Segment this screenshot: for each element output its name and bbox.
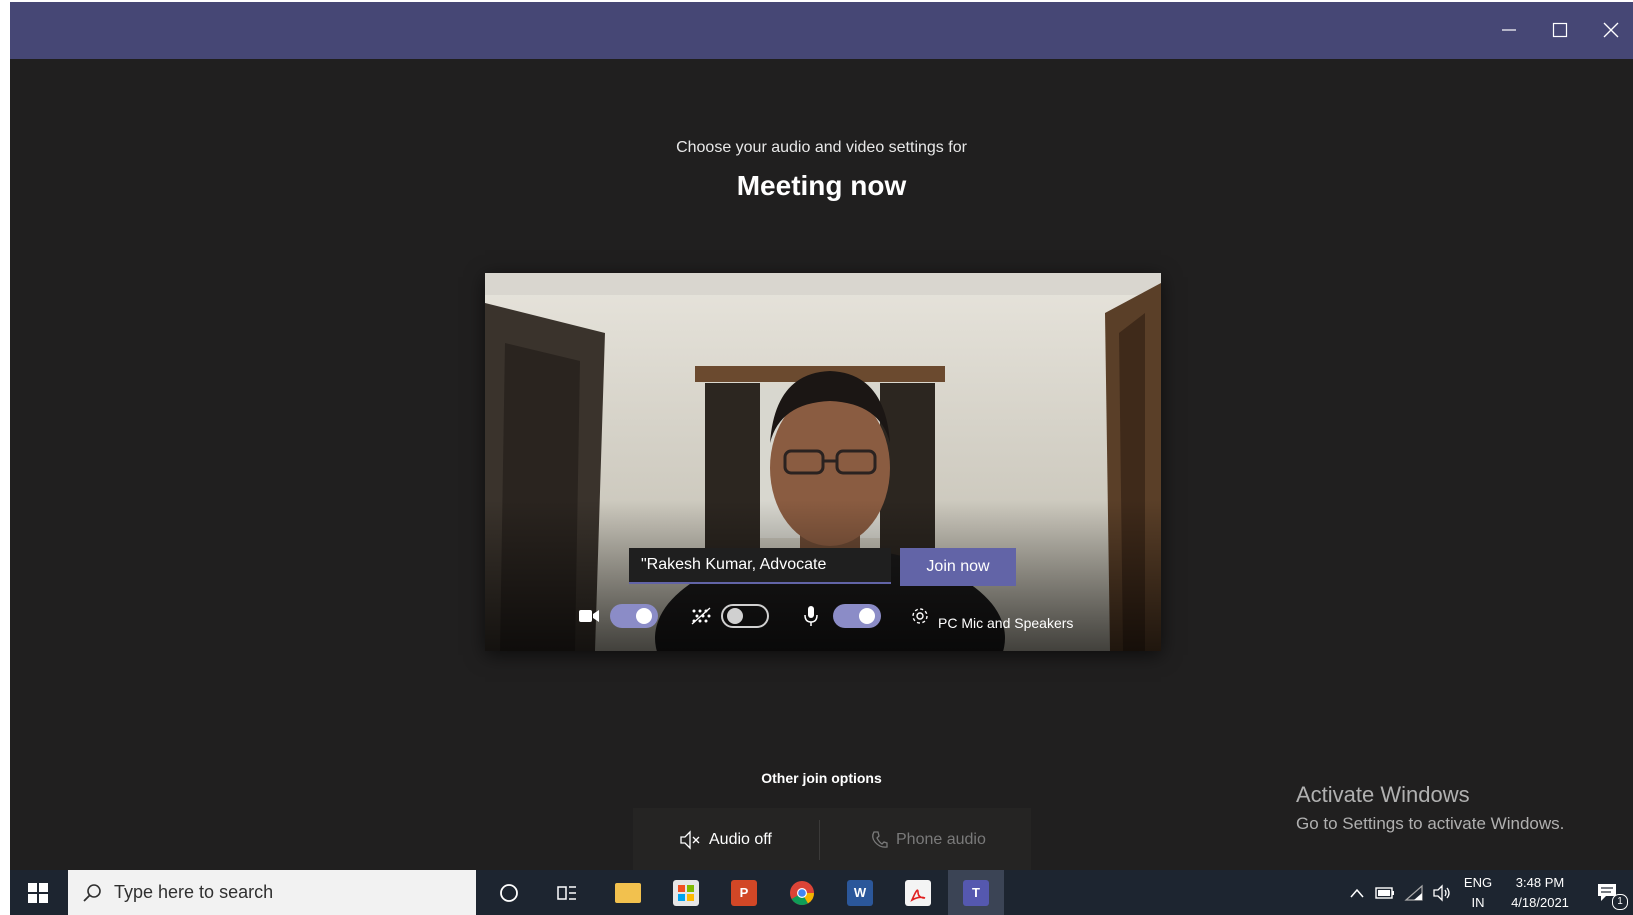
network-icon[interactable] (1401, 870, 1427, 915)
phone-icon (872, 831, 888, 848)
other-join-options-bar: Audio off Phone audio (633, 808, 1031, 870)
powerpoint-icon: P (731, 879, 757, 906)
file-explorer-icon (615, 882, 641, 903)
camera-icon (578, 607, 600, 630)
activate-windows-watermark: Activate Windows Go to Settings to activ… (1296, 782, 1564, 834)
maximize-button[interactable] (1542, 12, 1578, 48)
search-placeholder: Type here to search (114, 882, 274, 902)
acrobat-button[interactable] (890, 870, 946, 915)
speaker-muted-icon (680, 830, 700, 850)
taskbar: Type here to search P W T ENG IN 3:48 PM… (10, 870, 1633, 915)
phone-audio-option[interactable]: Phone audio (870, 828, 986, 852)
clock-time: 3:48 PM (1515, 874, 1565, 890)
notification-count: 1 (1612, 894, 1628, 910)
audio-off-label: Audio off (709, 831, 772, 848)
display-name-input[interactable] (629, 548, 891, 584)
page-subtitle: Choose your audio and video settings for (676, 139, 967, 156)
acrobat-icon (905, 879, 931, 906)
task-view-icon (557, 885, 576, 900)
microphone-toggle[interactable] (833, 604, 881, 628)
clock-date: 4/18/2021 (1511, 894, 1569, 910)
background-blur-icon (690, 607, 712, 630)
teams-icon: T (963, 879, 989, 906)
clock[interactable]: 3:48 PM 4/18/2021 (1502, 870, 1578, 915)
camera-feed (485, 273, 1161, 651)
maximize-icon (1552, 22, 1568, 38)
page-title: Meeting now (736, 170, 907, 201)
task-view-button[interactable] (542, 870, 592, 915)
watermark-line-1: Activate Windows (1296, 782, 1470, 807)
join-now-button[interactable]: Join now (900, 548, 1016, 586)
minimize-button[interactable] (1491, 12, 1527, 48)
file-explorer-button[interactable] (600, 870, 656, 915)
camera-toggle[interactable] (610, 604, 658, 628)
watermark-line-2: Go to Settings to activate Windows. (1296, 814, 1565, 833)
input-language[interactable]: ENG IN (1461, 870, 1495, 915)
teams-button[interactable]: T (948, 870, 1004, 915)
region-code: IN (1471, 894, 1485, 910)
word-icon: W (847, 879, 873, 906)
background-blur-toggle[interactable] (721, 604, 769, 628)
chrome-icon (790, 880, 814, 905)
word-button[interactable]: W (832, 870, 888, 915)
language-code: ENG (1463, 874, 1493, 890)
teams-window: Choose your audio and video settings for… (10, 2, 1633, 870)
powerpoint-button[interactable]: P (716, 870, 772, 915)
cortana-button[interactable] (484, 870, 534, 915)
volume-icon[interactable] (1429, 870, 1455, 915)
title-bar (10, 2, 1633, 59)
close-button[interactable] (1593, 12, 1629, 48)
phone-audio-label: Phone audio (896, 831, 986, 848)
show-hidden-icons-button[interactable] (1345, 870, 1369, 915)
options-divider (819, 820, 820, 860)
search-icon (83, 883, 101, 902)
store-button[interactable] (658, 870, 714, 915)
close-icon (1603, 22, 1619, 38)
taskbar-search-box[interactable]: Type here to search (68, 870, 476, 915)
chrome-button[interactable] (774, 870, 830, 915)
windows-logo-icon (28, 882, 48, 903)
microphone-icon (803, 605, 819, 632)
battery-icon[interactable] (1372, 870, 1398, 915)
minimize-icon (1502, 29, 1516, 31)
start-button[interactable] (10, 870, 66, 915)
device-settings-gear-icon[interactable] (910, 606, 930, 631)
chevron-up-icon (1350, 888, 1364, 897)
action-center-button[interactable]: 1 (1588, 870, 1628, 915)
store-icon (673, 879, 699, 906)
video-preview: Join now PC Mic and Speakers (485, 273, 1161, 651)
cortana-icon (500, 883, 518, 902)
device-settings-label[interactable]: PC Mic and Speakers (938, 615, 1073, 631)
audio-off-option[interactable]: Audio off (679, 828, 772, 852)
